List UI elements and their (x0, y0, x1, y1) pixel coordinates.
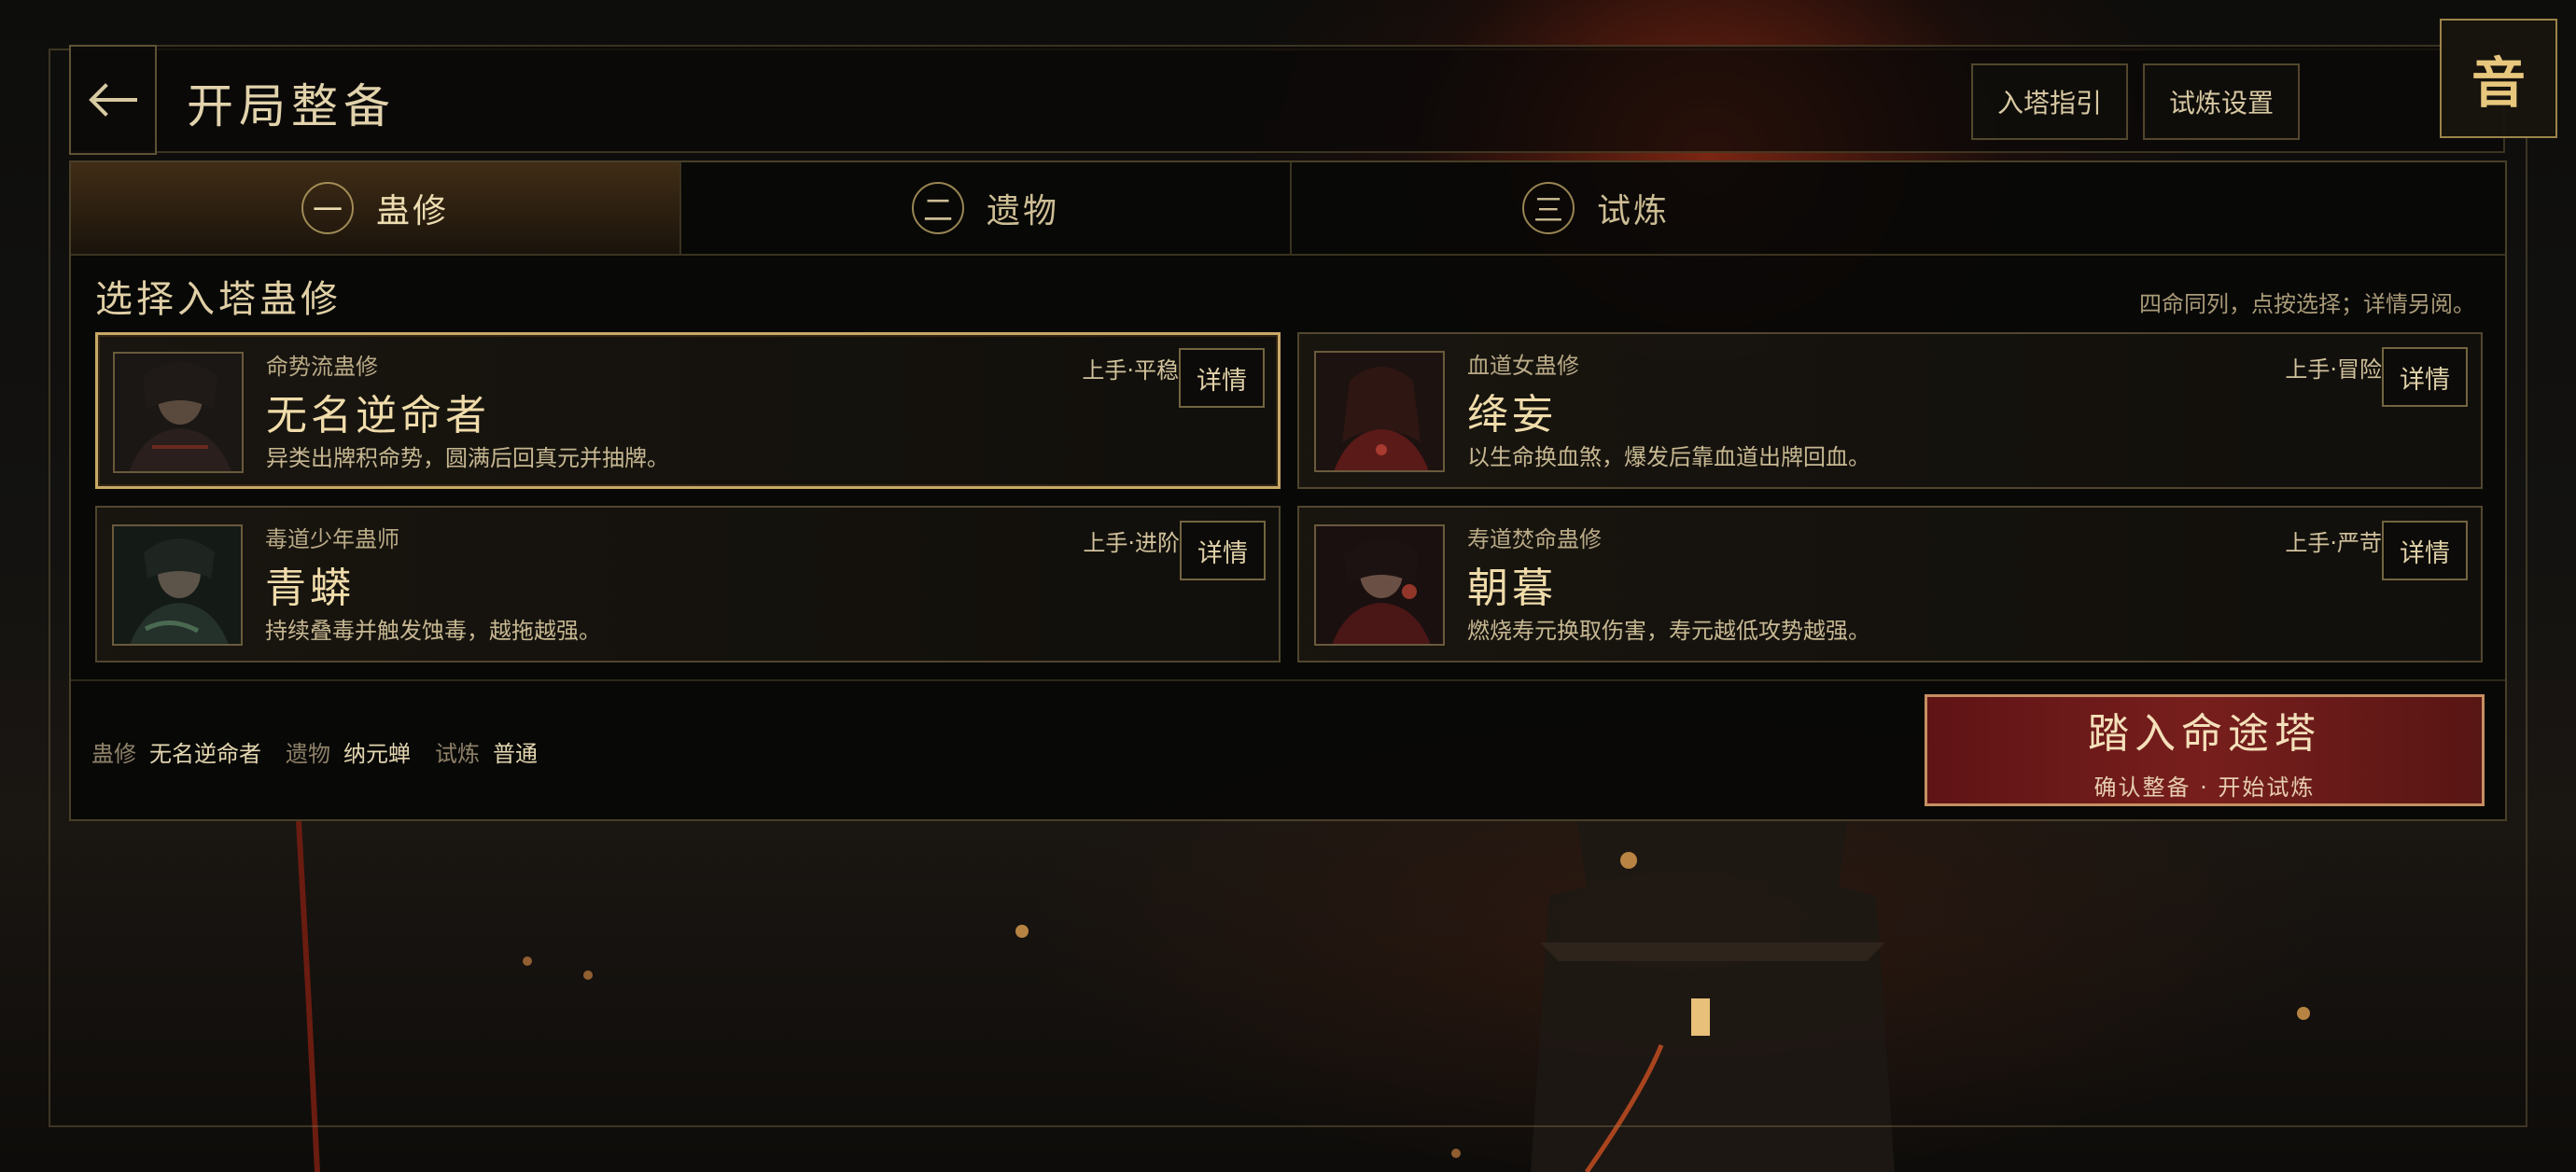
character-card-wuming[interactable]: 命势流蛊修 无名逆命者 异类出牌积命势，圆满后回真元并抽牌。 上手·平稳 详情 (95, 332, 1281, 489)
page-title: 开局整备 (187, 79, 396, 133)
character-name: 朝暮 (1467, 565, 1557, 612)
detail-button[interactable]: 详情 (1179, 348, 1265, 408)
character-name: 青蟒 (265, 565, 355, 612)
character-card-qingmang[interactable]: 毒道少年蛊师 青蟒 持续叠毒并触发蚀毒，越拖越强。 上手·进阶 详情 (95, 506, 1281, 663)
trial-settings-button[interactable]: 试炼设置 (2143, 63, 2300, 140)
tab-label: 试炼 (1596, 192, 1670, 230)
tab-number-badge: 一 (301, 182, 354, 234)
left-arrow-icon (89, 83, 137, 117)
tab-label: 遗物 (986, 192, 1059, 230)
summary-trial-label: 试炼 (435, 741, 480, 767)
enter-button-sublabel: 确认整备 · 开始试炼 (2093, 774, 2316, 801)
character-card-zhaomu[interactable]: 寿道焚命蛊修 朝暮 燃烧寿元换取伤害，寿元越低攻势越强。 上手·严苛 详情 (1297, 506, 2483, 663)
difficulty-label: 上手·严苛 (2285, 530, 2382, 556)
character-description: 异类出牌积命势，圆满后回真元并抽牌。 (266, 445, 669, 471)
section-hint: 四命同列，点按选择；详情另阅。 (2139, 291, 2475, 317)
character-portrait (112, 524, 243, 646)
character-name: 无名逆命者 (266, 392, 490, 440)
difficulty-label: 上手·平稳 (1082, 357, 1179, 384)
tab-label: 蛊修 (375, 192, 449, 230)
tab-bar: 一 蛊修 二 遗物 三 试炼 (71, 162, 2505, 256)
character-description: 以生命换血煞，爆发后靠血道出牌回血。 (1467, 444, 1870, 470)
sound-toggle-button[interactable]: 音 (2440, 19, 2557, 138)
section-title: 选择入塔蛊修 (95, 278, 342, 321)
tab-trial[interactable]: 三 试炼 (1292, 162, 1900, 254)
detail-button[interactable]: 详情 (2382, 521, 2468, 580)
character-portrait (1314, 524, 1445, 646)
character-subtitle: 寿道焚命蛊修 (1467, 526, 1602, 552)
tab-gu[interactable]: 一 蛊修 (71, 162, 679, 254)
detail-button[interactable]: 详情 (1180, 521, 1266, 580)
footer-divider (71, 679, 2505, 681)
summary-trial-value: 普通 (493, 741, 538, 767)
character-description: 持续叠毒并触发蚀毒，越拖越强。 (265, 618, 601, 644)
character-description: 燃烧寿元换取伤害，寿元越低攻势越强。 (1467, 618, 1870, 644)
detail-button[interactable]: 详情 (2382, 347, 2468, 407)
character-card-jiangwang[interactable]: 血道女蛊修 绛妄 以生命换血煞，爆发后靠血道出牌回血。 上手·冒险 详情 (1297, 332, 2483, 489)
tab-number-badge: 二 (911, 182, 964, 234)
character-subtitle: 命势流蛊修 (266, 354, 378, 380)
character-portrait (113, 352, 244, 473)
difficulty-label: 上手·冒险 (2285, 356, 2382, 383)
character-name: 绛妄 (1467, 391, 1557, 439)
tab-number-badge: 三 (1521, 182, 1575, 234)
tower-guide-button[interactable]: 入塔指引 (1971, 63, 2128, 140)
character-portrait (1314, 351, 1445, 472)
summary-gu-label: 蛊修 (91, 741, 136, 767)
enter-button-label: 踏入命途塔 (2088, 709, 2321, 758)
summary-relic-label: 遗物 (286, 741, 330, 767)
difficulty-label: 上手·进阶 (1083, 530, 1180, 556)
back-button[interactable] (69, 45, 157, 155)
ember-dot (1451, 1149, 1461, 1158)
summary-relic-value: 纳元蝉 (343, 741, 411, 767)
character-subtitle: 毒道少年蛊师 (265, 526, 399, 552)
enter-tower-button[interactable]: 踏入命途塔 确认整备 · 开始试炼 (1925, 694, 2485, 806)
tab-relic[interactable]: 二 遗物 (681, 162, 1290, 254)
summary-gu-value: 无名逆命者 (149, 741, 261, 767)
top-bar (69, 45, 2505, 153)
character-subtitle: 血道女蛊修 (1467, 353, 1579, 379)
selection-summary: 蛊修 无名逆命者 遗物 纳元蝉 试炼 普通 (91, 735, 549, 768)
